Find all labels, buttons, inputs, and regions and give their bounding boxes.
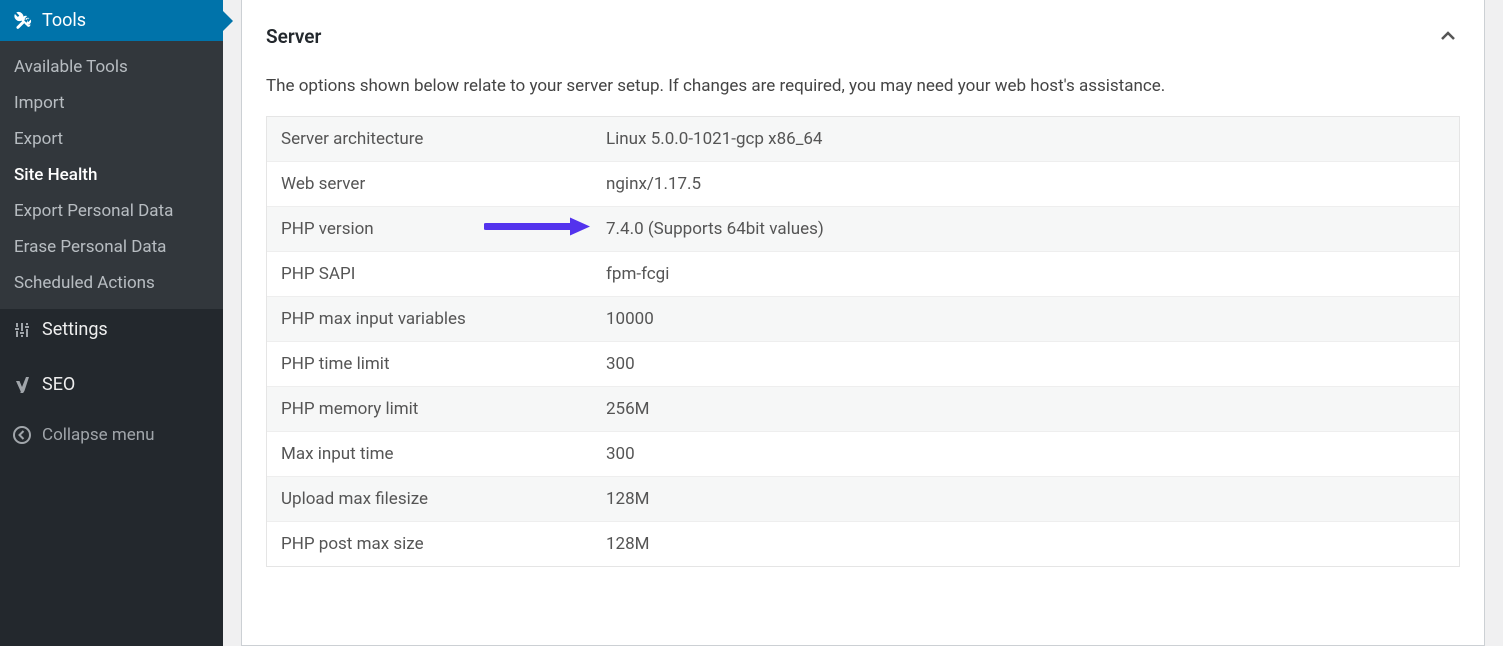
- sidebar-item-label: SEO: [42, 374, 75, 395]
- table-row: PHP post max size128M: [267, 522, 1459, 566]
- row-value: 128M: [606, 534, 1445, 554]
- submenu-item[interactable]: Import: [0, 85, 223, 121]
- table-row: Web servernginx/1.17.5: [267, 162, 1459, 207]
- table-row: Max input time300: [267, 432, 1459, 477]
- row-value: Linux 5.0.0-1021-gcp x86_64: [606, 129, 1445, 149]
- row-label: Server architecture: [281, 129, 606, 149]
- row-value: 300: [606, 444, 1445, 464]
- row-value: 10000: [606, 309, 1445, 329]
- server-info-table: Server architectureLinux 5.0.0-1021-gcp …: [266, 116, 1460, 567]
- table-row: Upload max filesize128M: [267, 477, 1459, 522]
- sidebar-menu-label: Tools: [42, 10, 86, 31]
- row-value: 128M: [606, 489, 1445, 509]
- submenu-item[interactable]: Export: [0, 121, 223, 157]
- collapse-icon: [12, 425, 32, 445]
- row-label: PHP version: [281, 219, 606, 239]
- row-value: nginx/1.17.5: [606, 174, 1445, 194]
- submenu-item[interactable]: Scheduled Actions: [0, 265, 223, 301]
- row-value: 7.4.0 (Supports 64bit values): [606, 219, 1445, 239]
- collapse-menu-button[interactable]: Collapse menu: [0, 415, 223, 455]
- row-label: PHP memory limit: [281, 399, 606, 419]
- panel-title: Server: [266, 25, 321, 48]
- row-label: PHP post max size: [281, 534, 606, 554]
- panel-description: The options shown below relate to your s…: [242, 58, 1484, 116]
- sidebar-menu-tools[interactable]: Tools: [0, 0, 223, 41]
- server-panel: Server The options shown below relate to…: [241, 0, 1485, 646]
- panel-header[interactable]: Server: [242, 0, 1484, 58]
- table-row: PHP version7.4.0 (Supports 64bit values): [267, 207, 1459, 252]
- table-row: Server architectureLinux 5.0.0-1021-gcp …: [267, 117, 1459, 162]
- admin-sidebar: Tools Available ToolsImportExportSite He…: [0, 0, 223, 646]
- wrench-icon: [12, 11, 32, 31]
- main-content: Server The options shown below relate to…: [223, 0, 1503, 646]
- sidebar-item-settings[interactable]: Settings: [0, 309, 223, 350]
- submenu-item[interactable]: Export Personal Data: [0, 193, 223, 229]
- sidebar-item-seo[interactable]: SEO: [0, 364, 223, 405]
- row-value: 300: [606, 354, 1445, 374]
- row-label: Upload max filesize: [281, 489, 606, 509]
- submenu-item[interactable]: Site Health: [0, 157, 223, 193]
- sliders-icon: [12, 320, 32, 340]
- row-label: PHP max input variables: [281, 309, 606, 329]
- row-value: 256M: [606, 399, 1445, 419]
- sidebar-item-label: Settings: [42, 319, 108, 340]
- submenu-item[interactable]: Available Tools: [0, 49, 223, 85]
- table-row: PHP memory limit256M: [267, 387, 1459, 432]
- sidebar-submenu: Available ToolsImportExportSite HealthEx…: [0, 41, 223, 309]
- yoast-icon: [12, 375, 32, 395]
- row-label: Max input time: [281, 444, 606, 464]
- table-row: PHP time limit300: [267, 342, 1459, 387]
- row-value: fpm-fcgi: [606, 264, 1445, 284]
- chevron-up-icon[interactable]: [1436, 24, 1460, 48]
- collapse-label: Collapse menu: [42, 425, 155, 445]
- row-label: PHP SAPI: [281, 264, 606, 284]
- table-row: PHP max input variables10000: [267, 297, 1459, 342]
- row-label: Web server: [281, 174, 606, 194]
- table-row: PHP SAPIfpm-fcgi: [267, 252, 1459, 297]
- submenu-item[interactable]: Erase Personal Data: [0, 229, 223, 265]
- row-label: PHP time limit: [281, 354, 606, 374]
